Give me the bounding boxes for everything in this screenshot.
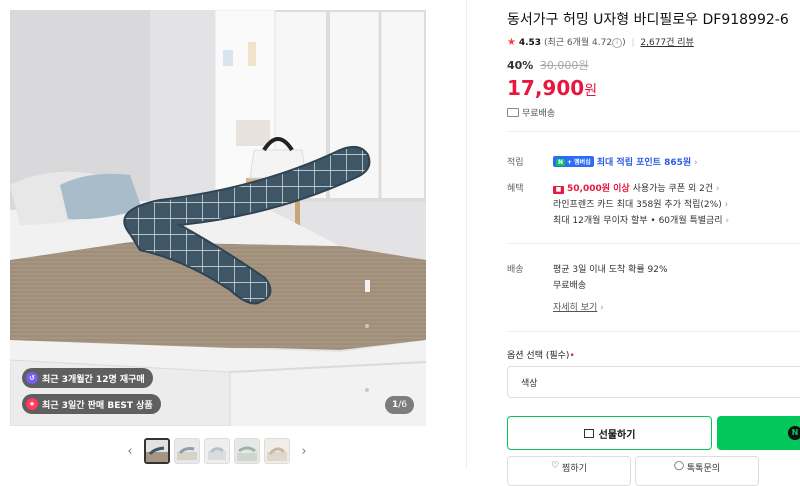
coupon-text: 사용가능 쿠폰 외 2건 [629, 184, 714, 194]
required-mark: • [569, 351, 575, 361]
coupon-amount: 50,000원 이상 [567, 184, 630, 194]
sale-price-value: 17,900 [507, 76, 585, 100]
delivery-detail-link[interactable]: 자세히 보기 › [553, 300, 604, 313]
product-title: 동서가구 허밍 U자형 바디필로우 DF918992-6 [507, 12, 789, 28]
thumbnail-5[interactable] [264, 438, 290, 464]
sale-price-unit: 원 [584, 83, 598, 99]
sale-price: 17,900원 [507, 76, 597, 100]
star-icon: ★ [507, 37, 516, 48]
thumbnail-4-image [235, 439, 259, 463]
naver-pay-logo: N [788, 426, 800, 440]
installment-text: 최대 12개월 무이자 할부 • 60개월 특별금리 [553, 216, 723, 226]
divider-1 [507, 131, 800, 132]
gift-badge-icon: ★ [26, 398, 38, 410]
discount-rate: 40% [507, 59, 534, 72]
shipping-info: 무료배송 [507, 106, 555, 119]
buy-button[interactable]: N [717, 416, 800, 450]
product-main-image[interactable]: ↺ 최근 3개월간 12명 재구매 ★ 최근 3일간 판매 BEST 상품 1 … [10, 10, 426, 426]
rating-recent-close: ) [622, 38, 626, 48]
membership-badge-text: 멤버십 [574, 159, 591, 166]
talk-button[interactable]: ◯ 톡톡문의 [635, 456, 759, 486]
rating-score: 4.53 [518, 38, 542, 48]
divider-2 [507, 243, 800, 244]
card-benefit-row[interactable]: 라인프렌즈 카드 최대 358원 추가 적립(2%) › [553, 197, 728, 210]
rating-recent: (최근 6개월 4.72 [543, 38, 613, 48]
gift-button-label: 선물하기 [598, 429, 636, 441]
info-icon[interactable]: i [612, 37, 623, 48]
thumbnail-1[interactable] [144, 438, 170, 464]
repurchase-badge-text: 최근 3개월간 12명 재구매 [42, 374, 145, 385]
gift-icon [583, 428, 594, 438]
delivery-detail-text: 자세히 보기 [553, 303, 598, 313]
truck-icon [507, 108, 519, 117]
thumbnail-3-image [205, 439, 229, 463]
delivery-arrival: 평균 3일 이내 도착 확률 92% [553, 265, 668, 275]
thumbnail-3[interactable] [204, 438, 230, 464]
thumbnail-next-arrow[interactable]: › [294, 444, 314, 459]
best-seller-badge-text: 최근 3일간 판매 BEST 상품 [42, 400, 153, 411]
image-counter-total: /6 [398, 400, 407, 410]
rating-row: ★ 4.53 (최근 6개월 4.72 i) | 2,677건 리뷰 [507, 35, 694, 48]
color-select-placeholder: 색상 [521, 378, 538, 389]
review-count-link[interactable]: 2,677건 리뷰 [640, 38, 693, 48]
perks-label: 혜택 [507, 184, 524, 194]
divider-3 [507, 331, 800, 332]
points-row[interactable]: N + 멤버십 최대 적립 포인트 865원 › [553, 155, 698, 168]
option-label-text: 옵션 선택 (필수) [507, 351, 570, 361]
discount-row: 40% 30,000원 [507, 57, 588, 73]
rating-separator: | [631, 38, 635, 48]
points-label: 적립 [507, 158, 524, 168]
thumbnail-2-image [175, 439, 199, 463]
delivery-label: 배송 [507, 265, 524, 275]
thumbnail-2[interactable] [174, 438, 200, 464]
original-price: 30,000원 [539, 59, 589, 72]
installment-row[interactable]: 최대 12개월 무이자 할부 • 60개월 특별금리 › [553, 213, 729, 226]
naver-membership-badge: N + 멤버십 [553, 156, 594, 167]
chevron-right-icon: › [724, 200, 729, 210]
column-divider [466, 0, 467, 468]
bed-pillow-photo [10, 10, 426, 426]
delivery-fee: 무료배송 [553, 281, 587, 291]
chevron-right-icon: › [600, 303, 604, 313]
coupon-icon: ■ [553, 186, 564, 194]
chevron-right-icon: › [694, 158, 698, 168]
coupon-row[interactable]: ■ 50,000원 이상 사용가능 쿠폰 외 2건 › [553, 181, 720, 194]
repurchase-badge: ↺ 최근 3개월간 12명 재구매 [22, 368, 153, 388]
points-text: 최대 적립 포인트 865원 [596, 158, 692, 168]
gift-button[interactable]: 선물하기 [507, 416, 712, 450]
repurchase-icon: ↺ [26, 372, 38, 384]
thumbnail-4[interactable] [234, 438, 260, 464]
color-select[interactable]: 색상 [507, 366, 800, 398]
thumbnail-1-image [146, 440, 168, 462]
chevron-right-icon: › [725, 216, 730, 226]
thumbnail-5-image [265, 439, 289, 463]
card-benefit-text: 라인프렌즈 카드 최대 358원 추가 적립(2%) [553, 200, 722, 210]
wish-button[interactable]: ♡ 찜하기 [507, 456, 631, 486]
membership-n-mark: N [556, 159, 566, 166]
shipping-label: 무료배송 [522, 109, 556, 119]
chevron-right-icon: › [716, 184, 720, 194]
option-label: 옵션 선택 (필수)• [507, 348, 575, 361]
thumbnail-prev-arrow[interactable]: ‹ [120, 444, 140, 459]
membership-plus-mark: + [567, 159, 573, 166]
heart-icon: ♡ [551, 461, 563, 471]
best-seller-badge: ★ 최근 3일간 판매 BEST 상품 [22, 394, 161, 414]
talk-icon: ◯ [673, 461, 687, 471]
thumbnail-strip: ‹ › [120, 436, 314, 466]
image-counter: 1 /6 [384, 396, 414, 414]
